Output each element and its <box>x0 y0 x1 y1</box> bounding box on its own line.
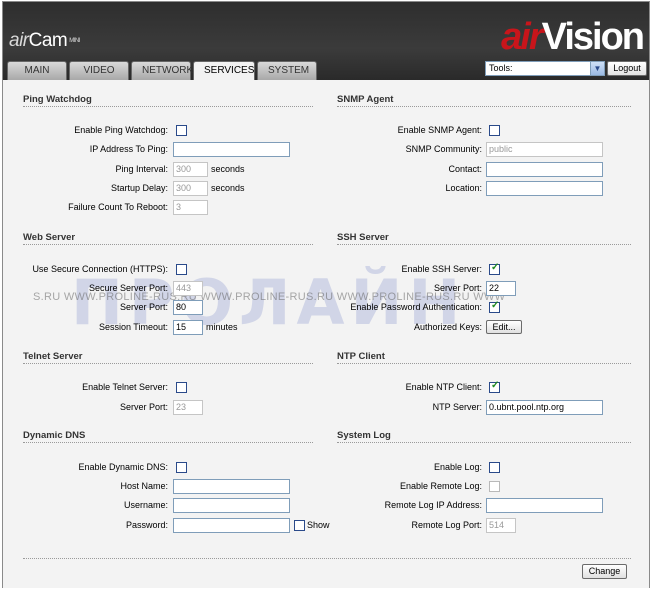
section-title-system-log: System Log <box>337 430 391 441</box>
enable-ntp-client-checkbox[interactable] <box>489 380 500 393</box>
divider <box>23 363 313 364</box>
show-password-checkbox[interactable] <box>294 520 305 531</box>
ping-interval-label: Ping Interval: <box>115 164 168 174</box>
authorized-keys-label: Authorized Keys: <box>413 322 482 332</box>
enable-ping-watchdog-label: Enable Ping Watchdog: <box>74 125 168 135</box>
username-field[interactable] <box>173 498 290 513</box>
password-label: Password: <box>125 520 168 530</box>
section-title-web-server: Web Server <box>23 232 76 243</box>
failure-count-label: Failure Count To Reboot: <box>68 202 168 212</box>
remote-log-ip-field[interactable] <box>486 498 603 513</box>
server-port-label: Server Port: <box>119 302 168 312</box>
show-password-label: Show <box>307 520 330 530</box>
enable-ssh-server-label: Enable SSH Server: <box>401 264 482 274</box>
tab-services[interactable]: SERVICES <box>193 61 255 81</box>
logout-button[interactable]: Logout <box>607 61 647 76</box>
airvision-logo: airVision <box>501 16 645 58</box>
section-title-telnet-server: Telnet Server <box>23 351 83 362</box>
enable-snmp-agent-checkbox[interactable] <box>489 125 500 136</box>
divider <box>23 558 631 559</box>
enable-snmp-agent-label: Enable SNMP Agent: <box>397 125 482 135</box>
enable-dynamic-dns-checkbox[interactable] <box>176 462 187 473</box>
telnet-server-port-field[interactable]: 23 <box>173 400 203 415</box>
startup-delay-field[interactable]: 300 <box>173 181 208 196</box>
edit-keys-button[interactable]: Edit... <box>486 320 522 334</box>
tools-select[interactable]: Tools: ▼ <box>485 61 605 76</box>
use-https-checkbox[interactable] <box>176 264 187 275</box>
username-label: Username: <box>123 500 168 510</box>
ssh-server-port-field[interactable]: 22 <box>486 281 516 296</box>
host-name-field[interactable] <box>173 479 290 494</box>
remote-log-port-field[interactable]: 514 <box>486 518 516 533</box>
enable-log-checkbox[interactable] <box>489 462 500 473</box>
enable-ssh-server-checkbox[interactable] <box>489 262 500 275</box>
divider <box>23 106 313 107</box>
divider <box>23 244 313 245</box>
host-name-label: Host Name: <box>120 481 168 491</box>
startup-delay-label: Startup Delay: <box>110 183 168 193</box>
ntp-server-label: NTP Server: <box>432 402 482 412</box>
enable-remote-log-label: Enable Remote Log: <box>399 481 482 491</box>
divider <box>337 363 631 364</box>
startup-delay-unit: seconds <box>211 183 245 193</box>
enable-telnet-server-label: Enable Telnet Server: <box>82 382 168 392</box>
chevron-down-icon: ▼ <box>590 62 604 75</box>
enable-ping-watchdog-checkbox[interactable] <box>176 125 187 136</box>
telnet-server-port-label: Server Port: <box>119 402 168 412</box>
tab-bar: MAIN VIDEO NETWORK SERVICES SYSTEM <box>7 61 319 81</box>
divider <box>337 244 631 245</box>
section-title-ntp-client: NTP Client <box>337 351 385 362</box>
tab-network[interactable]: NETWORK <box>131 61 193 80</box>
enable-dynamic-dns-label: Enable Dynamic DNS: <box>78 462 168 472</box>
enable-ntp-client-label: Enable NTP Client: <box>405 382 482 392</box>
location-field[interactable] <box>486 181 603 196</box>
contact-label: Contact: <box>448 164 482 174</box>
session-timeout-label: Session Timeout: <box>98 322 168 332</box>
enable-telnet-server-checkbox[interactable] <box>176 382 187 393</box>
ip-address-to-ping-field[interactable] <box>173 142 290 157</box>
ping-interval-field[interactable]: 300 <box>173 162 208 177</box>
snmp-community-field[interactable]: public <box>486 142 603 157</box>
tab-system[interactable]: SYSTEM <box>257 61 317 80</box>
section-title-dynamic-dns: Dynamic DNS <box>23 430 86 441</box>
app-window: airCam MINI airVision MAIN VIDEO NETWORK … <box>2 1 650 588</box>
section-title-ping-watchdog: Ping Watchdog <box>23 94 92 105</box>
remote-log-ip-label: Remote Log IP Address: <box>384 500 482 510</box>
divider <box>23 442 313 443</box>
enable-log-label: Enable Log: <box>433 462 482 472</box>
secure-server-port-field[interactable]: 443 <box>173 281 203 296</box>
section-title-ssh-server: SSH Server <box>337 232 389 243</box>
secure-server-port-label: Secure Server Port: <box>88 283 168 293</box>
failure-count-field[interactable]: 3 <box>173 200 208 215</box>
ping-interval-unit: seconds <box>211 164 245 174</box>
password-field[interactable] <box>173 518 290 533</box>
enable-password-auth-checkbox[interactable] <box>489 300 500 313</box>
session-timeout-field[interactable]: 15 <box>173 320 203 335</box>
aircam-mini-logo: airCam MINI <box>9 30 80 51</box>
enable-password-auth-label: Enable Password Authentication: <box>350 302 482 312</box>
tab-video[interactable]: VIDEO <box>69 61 129 80</box>
change-button[interactable]: Change <box>582 564 627 579</box>
snmp-community-label: SNMP Community: <box>405 144 482 154</box>
section-title-snmp-agent: SNMP Agent <box>337 94 394 105</box>
server-port-field[interactable]: 80 <box>173 300 203 315</box>
divider <box>337 106 631 107</box>
services-panel: Ping Watchdog Enable Ping Watchdog: IP A… <box>3 80 649 588</box>
enable-remote-log-checkbox[interactable] <box>489 481 500 492</box>
session-timeout-unit: minutes <box>206 322 238 332</box>
ssh-server-port-label: Server Port: <box>433 283 482 293</box>
location-label: Location: <box>445 183 482 193</box>
tab-main[interactable]: MAIN <box>7 61 67 80</box>
divider <box>337 442 631 443</box>
ntp-server-field[interactable]: 0.ubnt.pool.ntp.org <box>486 400 603 415</box>
contact-field[interactable] <box>486 162 603 177</box>
use-https-label: Use Secure Connection (HTTPS): <box>32 264 168 274</box>
remote-log-port-label: Remote Log Port: <box>411 520 482 530</box>
ip-address-to-ping-label: IP Address To Ping: <box>89 144 168 154</box>
header-bar: airCam MINI airVision MAIN VIDEO NETWORK … <box>3 2 649 81</box>
